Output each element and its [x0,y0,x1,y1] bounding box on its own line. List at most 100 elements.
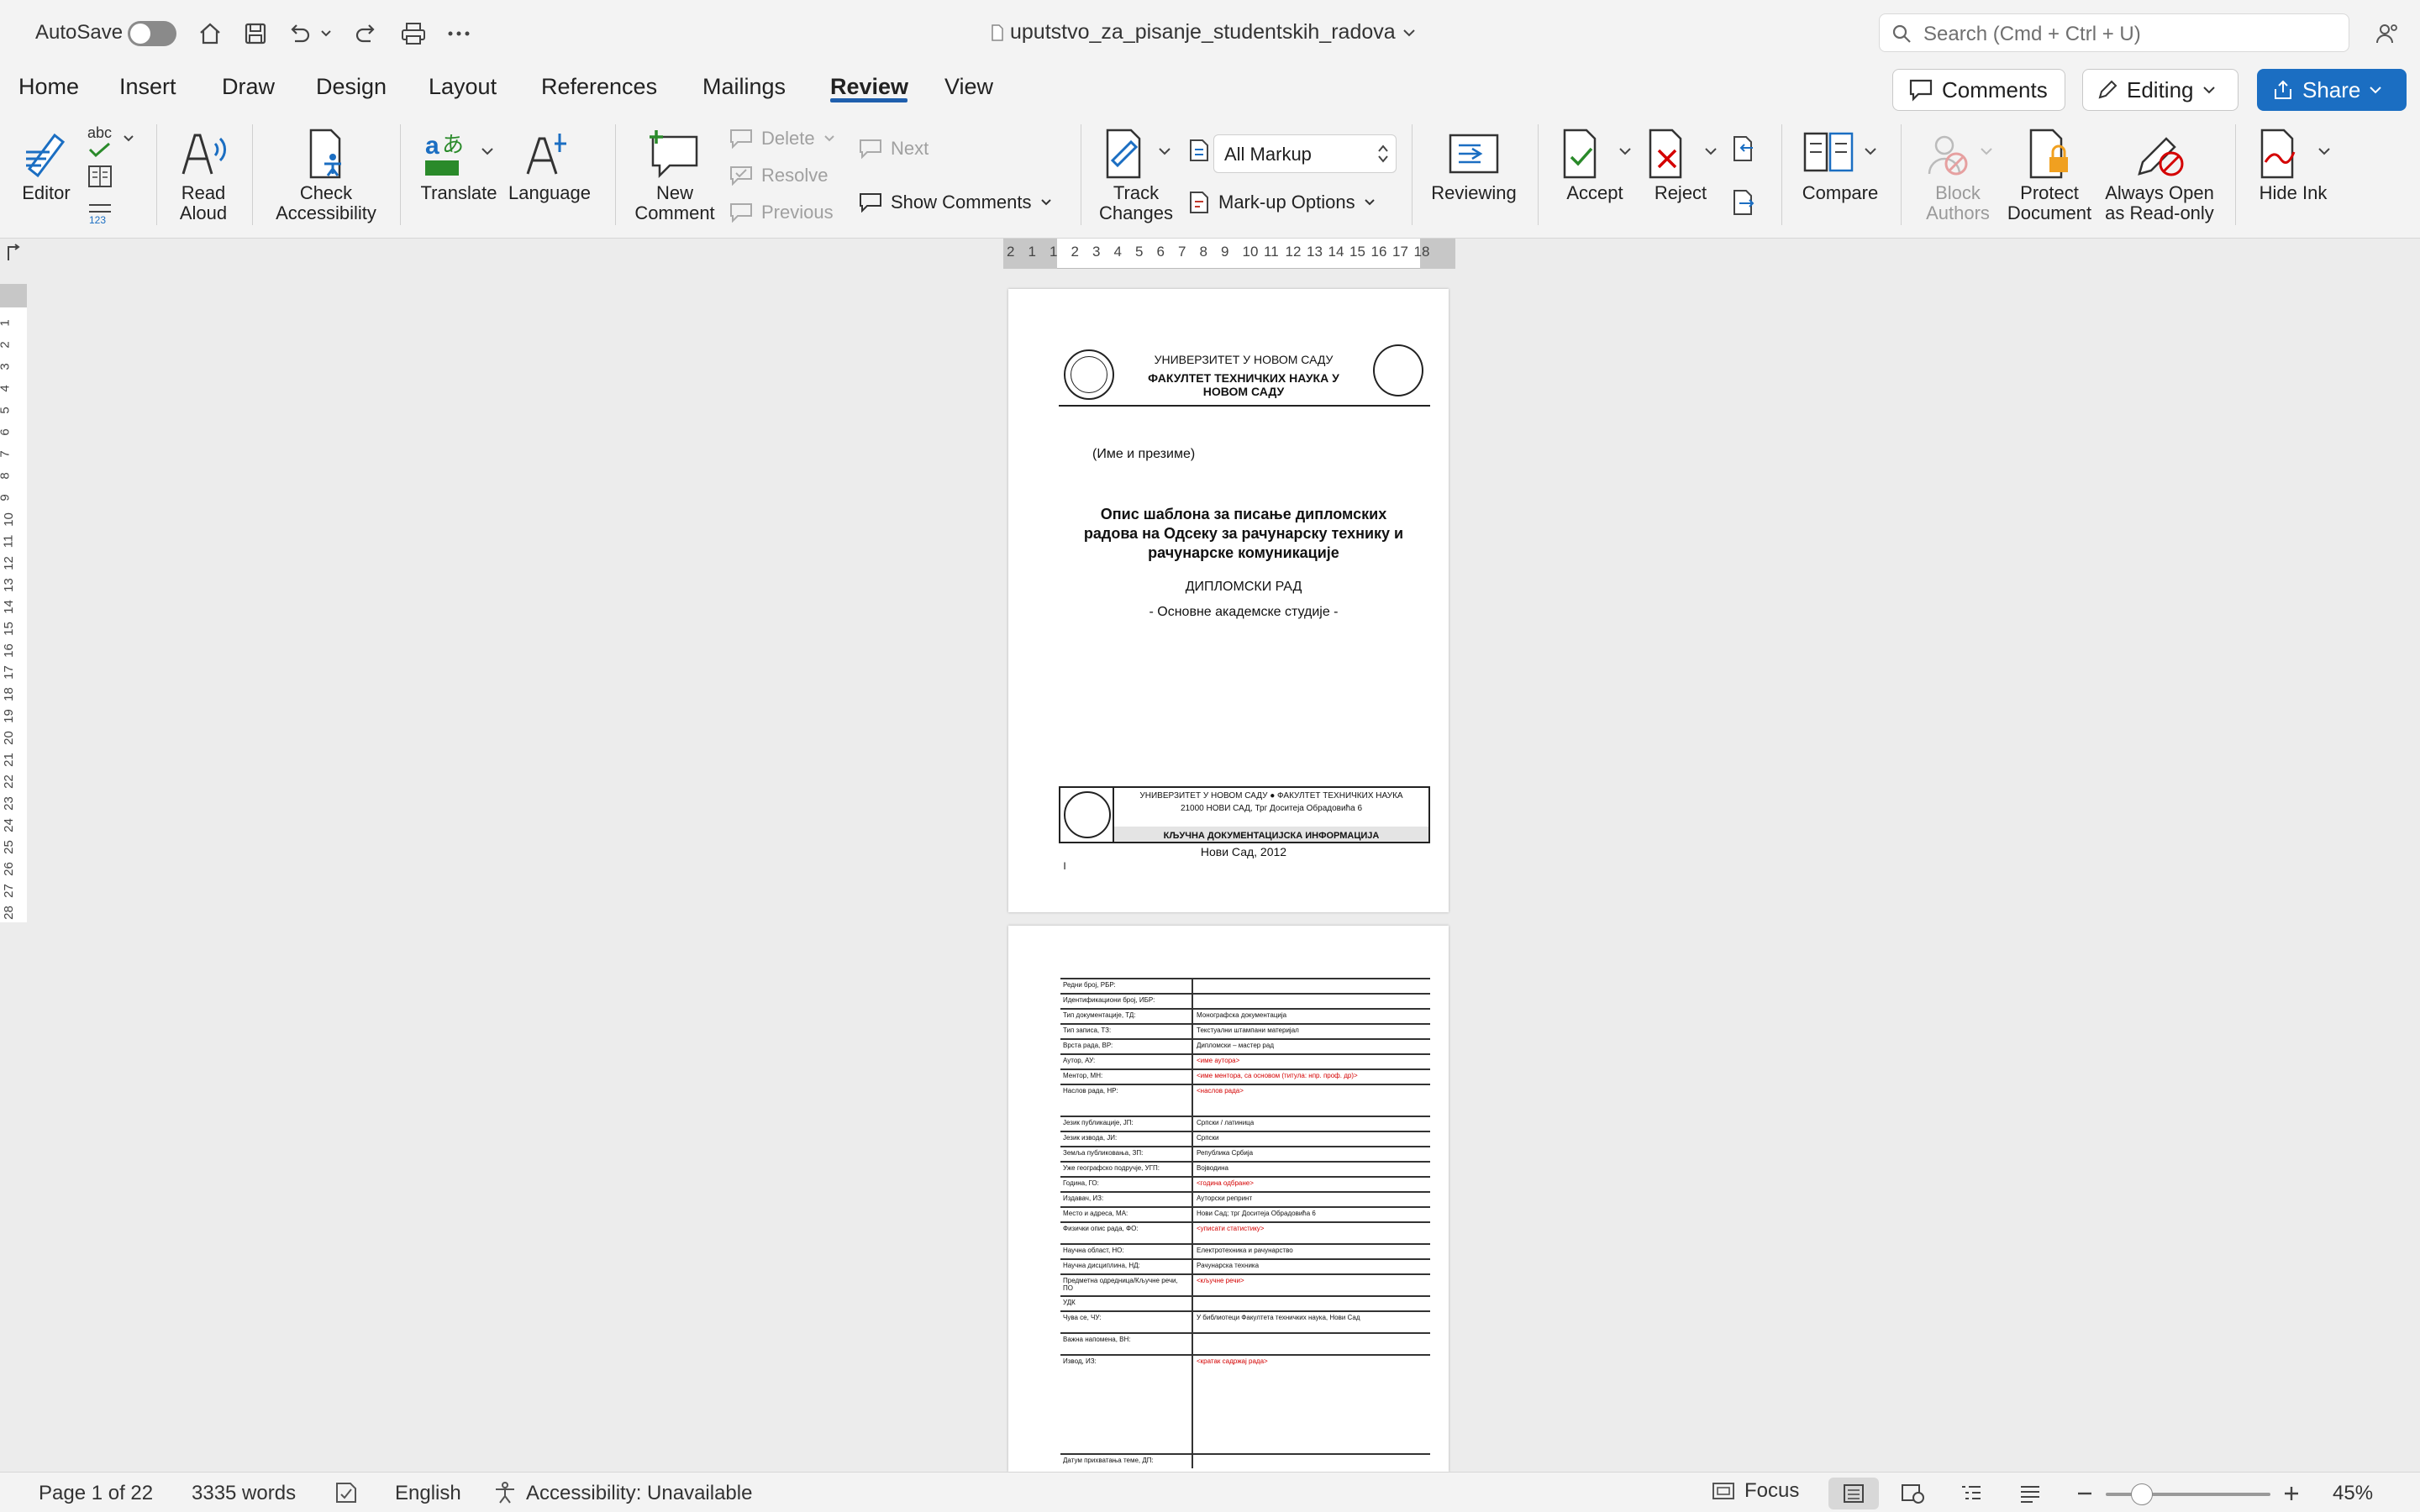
table-cell-value[interactable]: Монографска документација [1193,1010,1430,1023]
markup-options-button[interactable]: Mark-up Options [1188,190,1376,215]
table-cell-value[interactable]: Српски [1193,1132,1430,1146]
page-count[interactable]: Page 1 of 22 [39,1482,153,1505]
ruler-number: 6 [1156,244,1165,260]
markup-dropdown[interactable]: All Markup [1213,134,1397,173]
table-cell-value[interactable]: Република Србија [1193,1147,1430,1161]
zoom-out-button[interactable] [2075,1484,2094,1507]
language-button[interactable]: Language [508,124,592,203]
reviewing-pane-button[interactable]: Reviewing [1427,124,1521,203]
table-cell-value[interactable]: <наслов рада> [1193,1085,1430,1116]
table-cell-value[interactable] [1193,1455,1430,1468]
next-comment-button[interactable]: Next [859,138,929,160]
ruler-corner-icon[interactable] [5,244,22,266]
hide-ink-icon [2249,124,2338,183]
translate-icon: aあ [417,124,501,183]
save-icon[interactable] [239,17,272,50]
word-count[interactable]: 3335 words [192,1482,296,1505]
always-open-read-only-button[interactable]: Always Open as Read-only [2101,124,2218,223]
editor-button[interactable]: Editor [15,124,77,203]
previous-comment-button[interactable]: Previous [729,202,834,223]
table-cell-value[interactable] [1193,1334,1430,1354]
check-accessibility-button[interactable]: Check Accessibility [267,124,385,223]
tab-design[interactable]: Design [316,74,387,100]
accessibility-status-icon[interactable] [492,1481,518,1509]
resolve-button[interactable]: Resolve [729,165,828,186]
zoom-in-button[interactable] [2282,1484,2301,1507]
table-cell-value[interactable] [1193,1297,1430,1310]
document-title[interactable]: uputstvo_za_pisanje_studentskih_radova [992,20,1416,45]
account-icon[interactable] [2370,17,2403,50]
accept-button[interactable]: Accept [1553,124,1637,203]
editing-button[interactable]: Editing [2082,69,2238,111]
previous-change-button[interactable] [1731,134,1756,167]
autosave-toggle[interactable] [128,21,176,46]
table-cell-value[interactable]: <кључне речи> [1193,1275,1430,1295]
accessibility-status[interactable]: Accessibility: Unavailable [526,1482,752,1505]
focus-button[interactable]: Focus [1711,1479,1799,1503]
zoom-slider-thumb[interactable] [2131,1483,2153,1505]
table-cell-value[interactable]: Дипломски – мастер рад [1193,1040,1430,1053]
protect-document-button[interactable]: Protect Document [2002,124,2097,223]
table-cell-value[interactable]: Текстуални штампани материјал [1193,1025,1430,1038]
header-divider [1059,405,1430,407]
vertical-ruler[interactable]: 1234567891011121314151617181920212223242… [0,284,27,922]
redo-icon[interactable] [350,17,383,50]
zoom-level[interactable]: 45% [2333,1482,2373,1505]
block-authors-button[interactable]: Block Authors [1916,124,2000,223]
comments-button[interactable]: Comments [1892,69,2065,111]
search-box[interactable]: Search (Cmd + Ctrl + U) [1879,13,2349,52]
home-icon[interactable] [193,17,227,50]
next-change-button[interactable] [1731,188,1756,221]
tab-insert[interactable]: Insert [119,74,176,100]
undo-dropdown-icon[interactable] [318,17,334,50]
table-cell-value[interactable]: <уписати статистику> [1193,1223,1430,1243]
track-changes-button[interactable]: Track Changes [1089,124,1183,223]
table-cell-value[interactable]: <име аутора> [1193,1055,1430,1068]
translate-button[interactable]: aあ Translate [417,124,501,203]
tab-mailings[interactable]: Mailings [702,74,786,100]
table-cell-value[interactable]: Српски / латиница [1193,1117,1430,1131]
tab-draw[interactable]: Draw [222,74,275,100]
table-cell-value[interactable]: Ауторски репринт [1193,1193,1430,1206]
hide-ink-button[interactable]: Hide Ink [2249,124,2338,203]
spelling-icon[interactable]: abc 123 [84,124,138,228]
print-layout-view-button[interactable] [1828,1478,1879,1509]
table-cell-value[interactable]: <име ментора, са основом (титула: нпр. п… [1193,1070,1430,1084]
ribbon-separator [1901,124,1902,225]
table-cell-value[interactable]: <кратак садржај рада> [1193,1356,1430,1453]
read-aloud-button[interactable]: Read Aloud [170,124,237,223]
tab-home[interactable]: Home [18,74,79,100]
language-indicator[interactable]: English [395,1482,461,1505]
tab-layout[interactable]: Layout [429,74,497,100]
delete-comment-button[interactable]: Delete [729,128,835,150]
draft-view-button[interactable] [2005,1478,2055,1509]
table-cell-value[interactable]: <година одбране> [1193,1178,1430,1191]
web-layout-view-button[interactable] [1887,1478,1938,1509]
share-button[interactable]: Share [2257,69,2407,111]
table-cell-value[interactable] [1193,995,1430,1008]
print-icon[interactable] [397,17,430,50]
tab-view[interactable]: View [944,74,993,100]
new-comment-button[interactable]: New Comment [630,124,719,223]
table-cell-value[interactable]: У библиотеци Факултета техничких наука, … [1193,1312,1430,1332]
page-marker: I [1063,860,1066,872]
outline-view-button[interactable] [1946,1478,1996,1509]
updown-arrows-icon [1378,144,1388,163]
more-icon[interactable] [442,17,476,50]
tab-references[interactable]: References [541,74,657,100]
vertical-ruler-number: 22 [1,774,16,789]
table-cell-value[interactable]: Електротехника и рачунарство [1193,1245,1430,1258]
horizontal-ruler[interactable]: 2 1 1 2 3 4 5 6 7 8 9 10 11 12 13 14 15 16 17 18 [1003,239,1455,269]
tab-review[interactable]: Review [830,74,908,100]
compare-button[interactable]: Compare [1798,124,1882,203]
show-comments-button[interactable]: Show Comments [859,192,1052,213]
vertical-ruler-number: 18 [1,687,16,701]
table-cell-value[interactable]: Војводина [1193,1163,1430,1176]
vertical-ruler-number: 9 [0,494,13,501]
undo-icon[interactable] [282,17,316,50]
table-cell-value[interactable] [1193,979,1430,993]
reject-button[interactable]: Reject [1639,124,1723,203]
table-cell-value[interactable]: Рачунарска техника [1193,1260,1430,1273]
table-cell-value[interactable]: Нови Сад; трг Доситеја Обрадовића 6 [1193,1208,1430,1221]
proofing-icon[interactable] [334,1481,360,1509]
